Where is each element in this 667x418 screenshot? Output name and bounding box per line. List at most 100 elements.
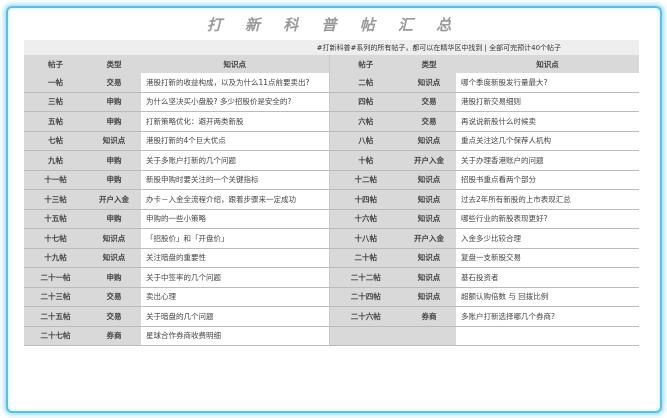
topic-cell: 关于中签率的几个问题 [141, 267, 329, 288]
topic-cell: 复盘一支新股交易 [456, 248, 640, 268]
type-cell: 申购 [87, 267, 141, 288]
type-cell: 知识点 [402, 267, 456, 288]
type-cell: 知识点 [402, 189, 456, 210]
topic-cell: 入金多少比较合理 [456, 228, 640, 249]
topic-cell: 「招股价」和「开盘价」 [141, 228, 329, 249]
type-cell: 申购 [87, 170, 141, 190]
type-cell: 券商 [402, 306, 456, 327]
header-topic-2: 知识点 [456, 55, 640, 73]
type-cell: 知识点 [402, 287, 456, 307]
table-row: 九帖 申购 关于多账户打新的几个问题 十帖 开户入金 关于办理香港账户的问题 [24, 150, 640, 171]
post-cell: 十九帖 [24, 248, 87, 268]
topic-cell: 关于办理香港账户的问题 [456, 150, 640, 171]
table-row: 七帖 知识点 港股打新的4个巨大优点 八帖 知识点 重点关注这几个保荐人机构 [24, 131, 640, 151]
post-cell: 十六帖 [328, 209, 402, 229]
table-row: 十九帖 知识点 关注暗盘的重要性 二十帖 知识点 复盘一支新股交易 [24, 248, 640, 268]
topic-cell: 多账户打新选择哪几个券商? [456, 306, 640, 327]
table-row: 十七帖 知识点 「招股价」和「开盘价」 十八帖 开户入金 入金多少比较合理 [24, 228, 640, 249]
topic-cell: 基石投资者 [456, 267, 640, 288]
topic-cell: 关于多账户打新的几个问题 [141, 150, 329, 171]
post-cell: 二十三帖 [24, 287, 87, 307]
type-cell: 知识点 [402, 170, 456, 190]
type-cell: 知识点 [402, 209, 456, 229]
post-cell: 九帖 [24, 150, 87, 171]
topic-cell: 关于暗盘的几个问题 [141, 306, 329, 327]
type-cell: 交易 [402, 111, 456, 132]
subtitle-row: #打新科普#系列的所有帖子，都可以在精华区中找到 | 全部可完预计40个帖子 [24, 40, 640, 55]
post-cell: 十二帖 [328, 170, 402, 190]
post-cell: 六帖 [328, 111, 402, 132]
topic-cell: 卖出心理 [141, 287, 329, 307]
topic-cell: 港股打新的收益构成，以及为什么11点前要卖出? [141, 73, 329, 93]
post-cell: 二十二帖 [328, 267, 402, 288]
post-cell: 四帖 [328, 92, 402, 112]
post-cell: 二十五帖 [24, 306, 87, 327]
post-cell: 二十帖 [328, 248, 402, 268]
post-cell: 十四帖 [328, 189, 402, 210]
header-post: 帖子 [24, 55, 87, 73]
header-type-2: 类型 [402, 55, 456, 73]
topic-cell [456, 326, 640, 346]
topic-cell: 打新策略优化：避开两类新股 [141, 111, 329, 132]
type-cell: 开户入金 [87, 189, 141, 210]
type-cell: 申购 [87, 209, 141, 229]
type-cell: 知识点 [402, 73, 456, 93]
topic-cell: 申购的一些小策略 [141, 209, 329, 229]
post-cell: 八帖 [328, 131, 402, 151]
post-cell: 三帖 [24, 92, 87, 112]
page-title: 打 新 科 普 帖 汇 总 [206, 16, 461, 34]
type-cell [402, 326, 456, 346]
table-row: 五帖 申购 打新策略优化：避开两类新股 六帖 交易 再说说新股什么时候卖 [24, 111, 640, 132]
post-cell: 二十四帖 [328, 287, 402, 307]
type-cell: 交易 [402, 92, 456, 112]
topic-cell: 港股打新交易细则 [456, 92, 640, 112]
type-cell: 知识点 [402, 131, 456, 151]
post-cell: 二十一帖 [24, 267, 87, 288]
table-row: 三帖 申购 为什么坚决买小盘股? 多少招股价是安全的? 四帖 交易 港股打新交易细则 [24, 92, 640, 112]
type-cell: 申购 [87, 92, 141, 112]
topic-cell: 再说说新股什么时候卖 [456, 111, 640, 132]
header-row: 帖子 类型 知识点 帖子 类型 知识点 [24, 55, 640, 73]
topic-cell: 星球合作券商收费明细 [141, 326, 329, 346]
type-cell: 交易 [87, 73, 141, 93]
post-cell [328, 326, 402, 346]
table-row: 二十七帖 券商 星球合作券商收费明细 [24, 326, 640, 346]
post-cell: 十五帖 [24, 209, 87, 229]
table-row: 二十三帖 交易 卖出心理 二十四帖 知识点 超额认购倍数 与 回拨比例 [24, 287, 640, 307]
type-cell: 知识点 [87, 131, 141, 151]
topic-cell: 过去2年所有新股的上市表现汇总 [456, 189, 640, 210]
post-cell: 十八帖 [328, 228, 402, 249]
topic-cell: 超额认购倍数 与 回拨比例 [456, 287, 640, 307]
type-cell: 知识点 [402, 248, 456, 268]
subtitle: #打新科普#系列的所有帖子，都可以在精华区中找到 | 全部可完预计40个帖子 [24, 40, 640, 55]
post-cell: 二十六帖 [328, 306, 402, 327]
topic-cell: 港股打新的4个巨大优点 [141, 131, 329, 151]
table-row: 十五帖 申购 申购的一些小策略 十六帖 知识点 哪些行业的新股表现更好? [24, 209, 640, 229]
type-cell: 开户入金 [402, 228, 456, 249]
summary-table: #打新科普#系列的所有帖子，都可以在精华区中找到 | 全部可完预计40个帖子 帖… [24, 40, 640, 346]
table-row: 二十五帖 交易 关于暗盘的几个问题 二十六帖 券商 多账户打新选择哪几个券商? [24, 306, 640, 327]
table-row: 二十一帖 申购 关于中签率的几个问题 二十二帖 知识点 基石投资者 [24, 267, 640, 288]
header-topic: 知识点 [141, 55, 329, 73]
type-cell: 交易 [87, 287, 141, 307]
topic-cell: 新股申购时要关注的一个关键指标 [141, 170, 329, 190]
type-cell: 知识点 [87, 248, 141, 268]
type-cell: 开户入金 [402, 150, 456, 171]
table-row: 十一帖 申购 新股申购时要关注的一个关键指标 十二帖 知识点 招股书重点看两个部分 [24, 170, 640, 190]
topic-cell: 招股书重点看两个部分 [456, 170, 640, 190]
topic-cell: 为什么坚决买小盘股? 多少招股价是安全的? [141, 92, 329, 112]
table-row: 十三帖 开户入金 办卡－入金全流程介绍，跟着步骤来一定成功 十四帖 知识点 过去2年所有新… [24, 189, 640, 210]
post-cell: 十七帖 [24, 228, 87, 249]
header-type: 类型 [87, 55, 141, 73]
post-cell: 七帖 [24, 131, 87, 151]
post-cell: 二帖 [328, 73, 402, 93]
type-cell: 券商 [87, 326, 141, 346]
topic-cell: 哪些行业的新股表现更好? [456, 209, 640, 229]
post-cell: 十帖 [328, 150, 402, 171]
post-cell: 二十七帖 [24, 326, 87, 346]
topic-cell: 办卡－入金全流程介绍，跟着步骤来一定成功 [141, 189, 329, 210]
post-cell: 十一帖 [24, 170, 87, 190]
topic-cell: 重点关注这几个保荐人机构 [456, 131, 640, 151]
post-cell: 十三帖 [24, 189, 87, 210]
topic-cell: 关注暗盘的重要性 [141, 248, 329, 268]
